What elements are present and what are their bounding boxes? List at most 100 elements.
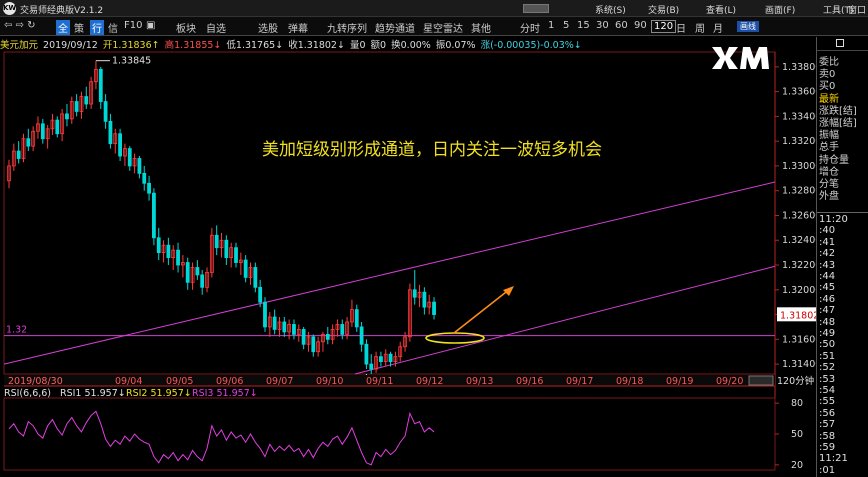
candle-body [311, 336, 316, 353]
candle-body [108, 120, 113, 145]
tick-time: :56 [819, 407, 836, 419]
tick-time: :59 [819, 442, 836, 453]
channel-lower-line [354, 265, 776, 375]
candle-body [200, 274, 205, 288]
candle-body [263, 301, 267, 328]
tick-time: :52 [819, 362, 836, 374]
candle-body [26, 138, 31, 147]
candle-body [258, 286, 263, 303]
candle-body [432, 301, 436, 315]
x-tick-label: 09/13 [466, 376, 493, 387]
y-tick-label: 1.32400 [782, 235, 816, 246]
tick-time: 11:21 [819, 453, 848, 465]
tick-time: 11:20 [819, 214, 848, 225]
y-tick-label: 1.33000 [782, 161, 816, 172]
candle-body [253, 267, 258, 288]
candle-body [147, 182, 151, 194]
candle-body [74, 101, 79, 112]
candle-body [185, 262, 190, 283]
x-scroll-box [748, 375, 774, 386]
candle-body [292, 324, 296, 335]
rsi-tick-label: 20 [791, 460, 803, 471]
candle-body [379, 356, 383, 363]
x-tick-label: 09/10 [316, 376, 343, 387]
x-tick-label: 09/17 [566, 376, 593, 387]
current-price-value: 1.31802 [780, 310, 816, 321]
y-tick-label: 1.32600 [782, 210, 816, 221]
y-tick-label: 1.32200 [782, 260, 816, 271]
candle-body [103, 101, 108, 122]
x-tick-label: 09/06 [216, 376, 243, 387]
x-tick-label: 09/19 [666, 376, 693, 387]
candle-body [282, 321, 287, 333]
level-line-label: 1.32 [6, 325, 27, 336]
tick-time: :40 [819, 225, 836, 237]
menu-window[interactable]: 窗口 [848, 3, 866, 16]
candle-body [98, 68, 103, 102]
forecast-arrow-line [453, 288, 511, 334]
candle-body [127, 148, 132, 167]
y-tick-label: 1.31400 [782, 359, 816, 370]
candle-body [195, 267, 200, 276]
panel-toggle-icon[interactable] [836, 39, 844, 47]
max-price-label: 1.33845 [112, 56, 151, 67]
x-tick-label: 09/16 [516, 376, 543, 387]
annotation-text: 美加短级别形成通道，日内关注一波短多机会 [262, 140, 602, 160]
candle-body [151, 192, 156, 239]
x-tick-label: 09/04 [115, 376, 142, 387]
highlight-ellipse [425, 332, 485, 344]
tick-time: :55 [819, 396, 836, 408]
tick-time: :45 [819, 282, 836, 294]
candle-body [272, 316, 277, 330]
tick-time: :58 [819, 430, 836, 442]
candle-body [156, 237, 161, 254]
candle-body [214, 234, 219, 249]
candle-body [65, 113, 69, 120]
candlestick-chart[interactable]: 1.338001.336001.334001.332001.330001.328… [0, 0, 816, 477]
candle-body [388, 353, 393, 363]
candle-body [369, 363, 374, 370]
tick-time: :48 [819, 316, 836, 328]
tick-time: :54 [819, 385, 836, 396]
candle-body [301, 329, 306, 345]
candle-body [176, 249, 180, 266]
tick-time: :57 [819, 419, 836, 431]
tick-time: :47 [819, 305, 836, 317]
candle-body [166, 244, 171, 258]
candle-body [234, 247, 238, 263]
x-tick-label: 09/18 [616, 376, 643, 387]
channel-upper-line [3, 181, 776, 365]
forecast-arrow-head [503, 286, 514, 296]
x-tick-label: 2019/08/30 [8, 376, 63, 387]
rsi-tick-label: 80 [791, 398, 803, 409]
rsi-panel-frame [3, 397, 776, 471]
candle-body [364, 343, 369, 365]
y-tick-label: 1.33800 [782, 62, 816, 73]
y-tick-label: 1.33600 [782, 87, 816, 98]
x-tick-label: 09/05 [166, 376, 193, 387]
candle-body [243, 259, 248, 278]
rsi-line [8, 410, 435, 466]
main-panel-frame [3, 51, 776, 375]
tick-time: :46 [819, 293, 836, 305]
tick-time: :51 [819, 350, 836, 362]
y-tick-label: 1.33200 [782, 136, 816, 147]
rsi-tick-label: 50 [791, 429, 803, 440]
y-tick-label: 1.32000 [782, 285, 816, 296]
candle-body [224, 239, 229, 258]
rsi2-value: RSI2 51.957↓ [126, 388, 192, 399]
tick-time: :49 [819, 328, 836, 339]
tick-time: :53 [819, 373, 836, 385]
rsi-name: RSI(6,6,6) [4, 388, 51, 399]
candle-body [16, 150, 21, 159]
rsi1-value: RSI1 51.957↓ [60, 388, 126, 399]
tick-time: :44 [819, 271, 836, 282]
candle-body [55, 119, 60, 135]
tick-time: :42 [819, 248, 836, 260]
y-tick-label: 1.32800 [782, 186, 816, 197]
tick-time: :01 [819, 464, 836, 476]
candle-body [359, 326, 364, 345]
x-tick-label: 09/12 [416, 376, 443, 387]
x-tick-label: 09/07 [266, 376, 293, 387]
candle-body [412, 289, 417, 298]
